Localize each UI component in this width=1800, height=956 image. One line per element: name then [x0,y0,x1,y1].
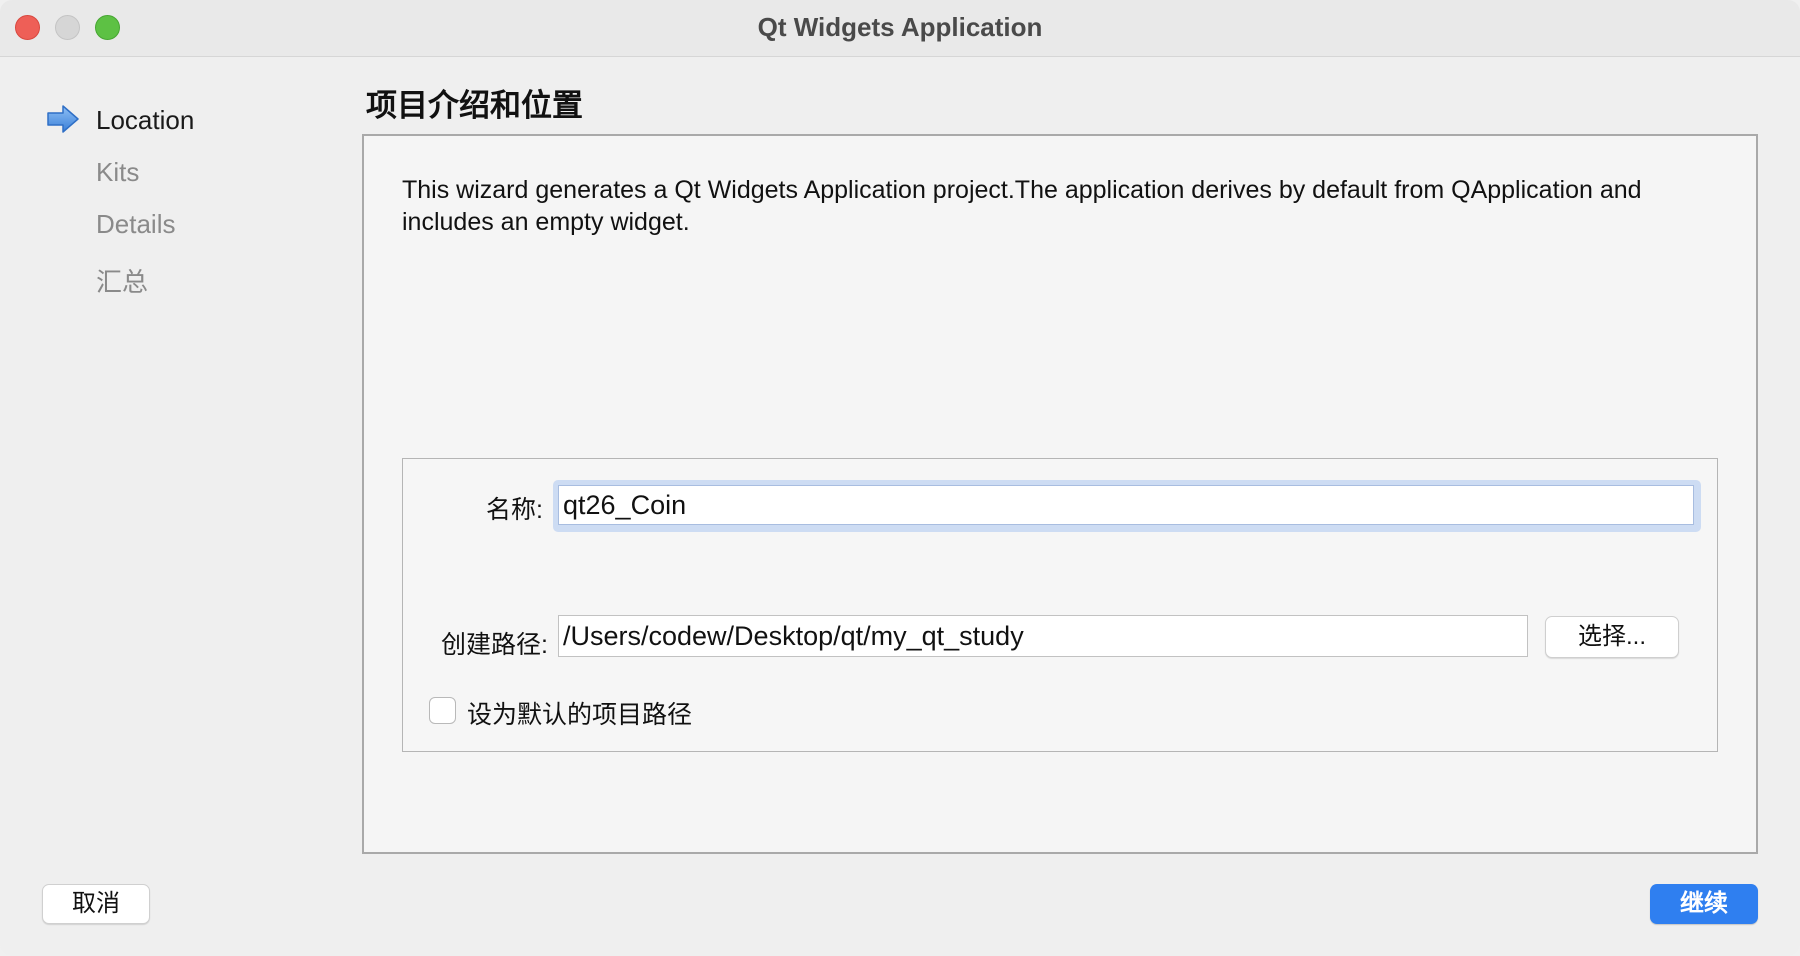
main-panel: This wizard generates a Qt Widgets Appli… [362,134,1758,854]
path-field[interactable]: /Users/codew/Desktop/qt/my_qt_study [558,615,1528,657]
step-details: Details [96,209,176,239]
step-summary: 汇总 [96,267,149,297]
name-field-focus-ring: qt26_Coin [553,480,1701,532]
default-path-checkbox-label[interactable]: 设为默认的项目路径 [467,695,692,731]
title-bar[interactable]: Qt Widgets Application [0,0,1800,57]
project-location-group: 名称: qt26_Coin 创建路径: /Users/codew/Desktop… [402,458,1718,752]
page-title: 项目介绍和位置 [366,88,583,123]
window-title: Qt Widgets Application [757,12,1043,42]
arrow-right-icon [47,105,79,133]
wizard-window: Qt Widgets Application Location Kits Det… [0,0,1800,956]
default-path-checkbox[interactable] [429,697,456,724]
choose-path-button[interactable]: 选择... [1545,616,1679,658]
step-kits: Kits [96,157,140,187]
name-label: 名称: [486,496,543,524]
name-field[interactable]: qt26_Coin [558,485,1694,525]
path-label: 创建路径: [441,631,548,659]
cancel-button[interactable]: 取消 [42,884,150,924]
intro-text: This wizard generates a Qt Widgets Appli… [402,176,1642,236]
continue-button[interactable]: 继续 [1650,884,1758,924]
step-location: Location [96,105,195,135]
wizard-steps-sidebar: Location Kits Details 汇总 [0,57,350,857]
